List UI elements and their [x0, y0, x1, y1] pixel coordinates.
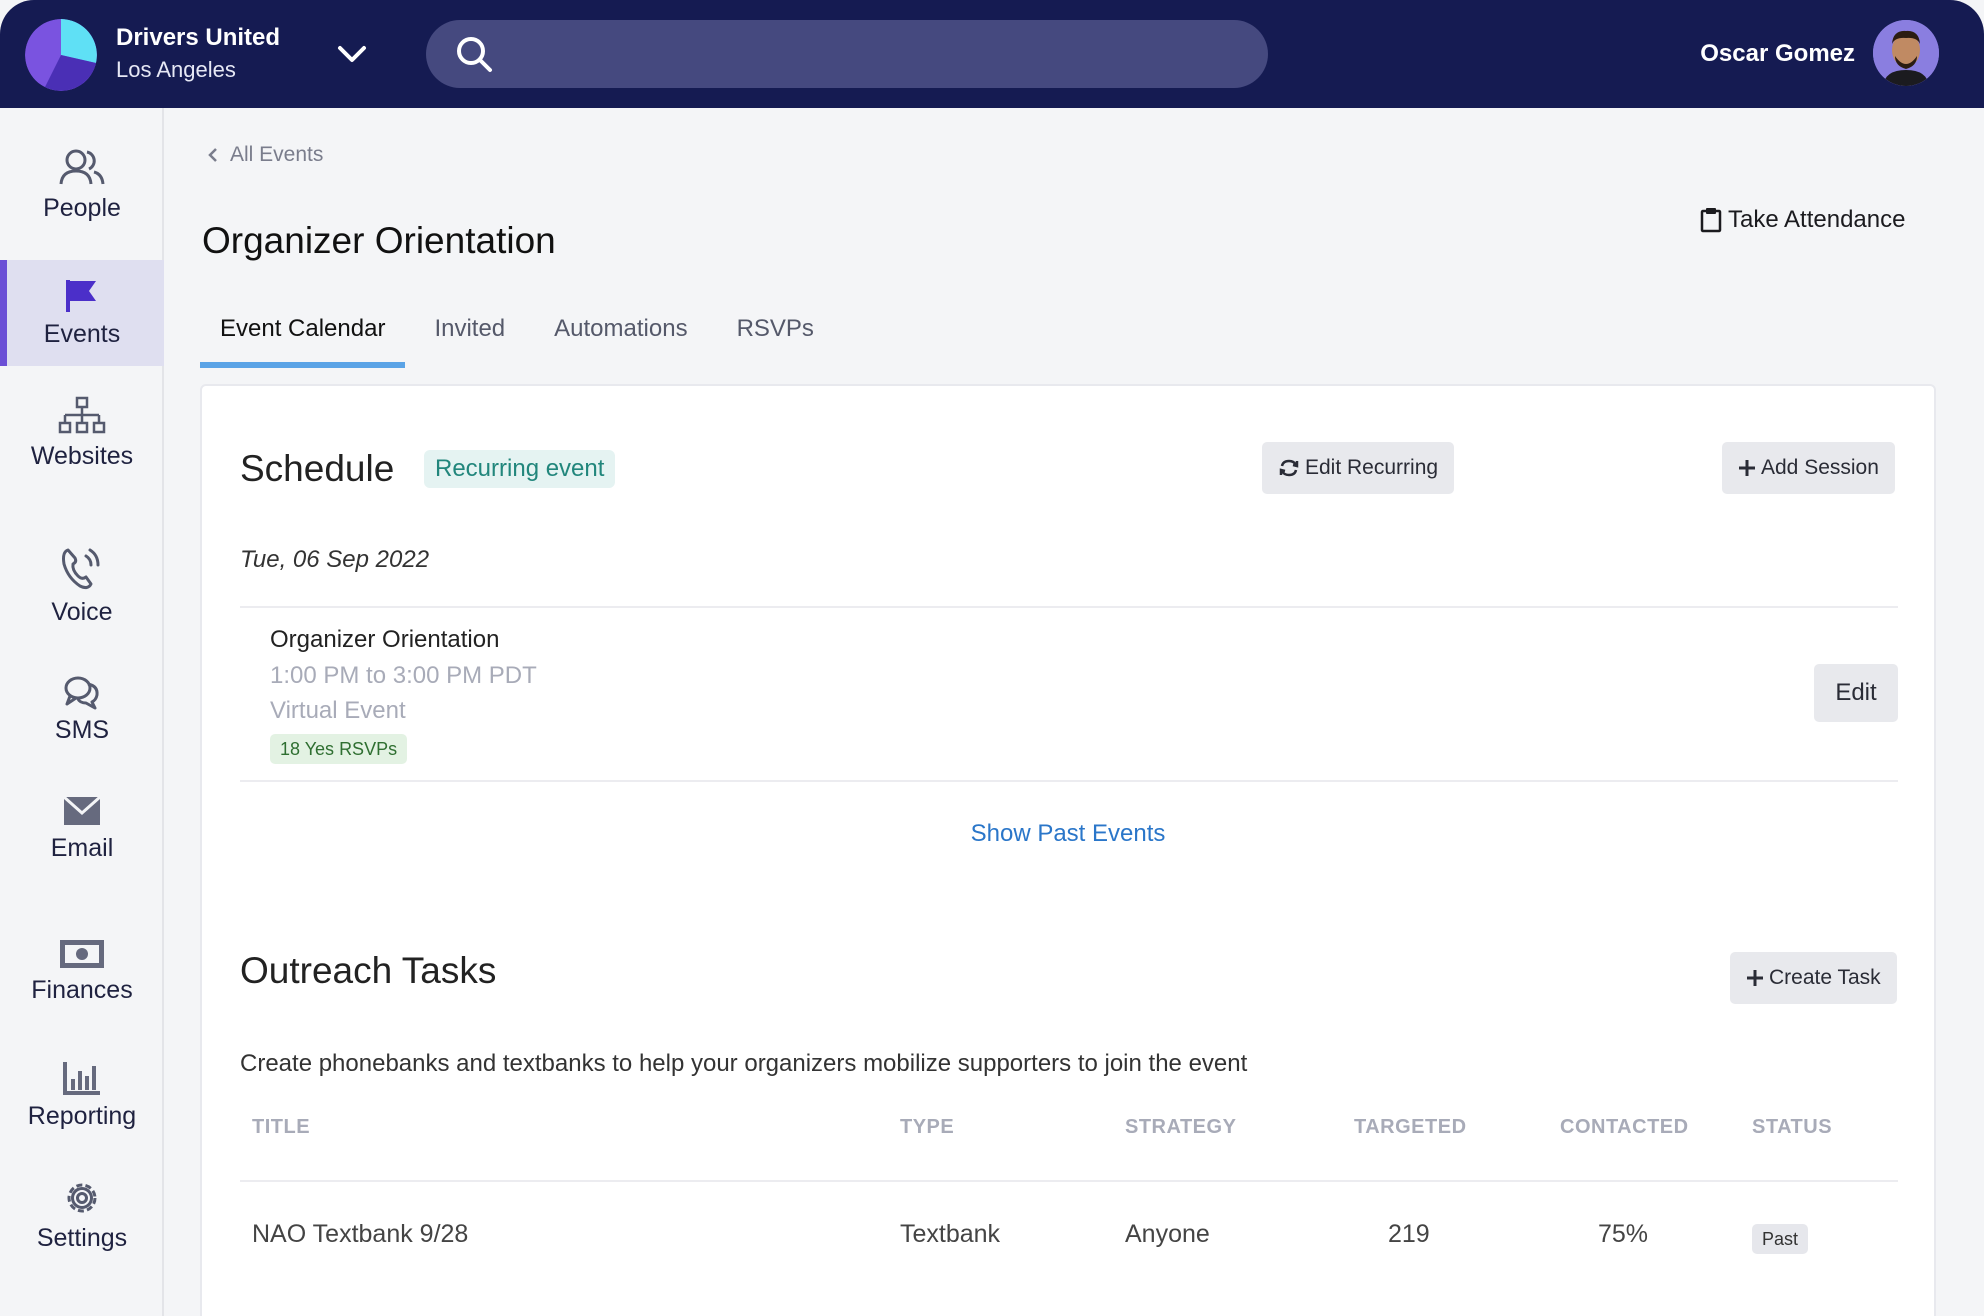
flag-icon	[66, 280, 96, 312]
chevron-down-icon[interactable]	[334, 38, 370, 70]
outreach-title: Outreach Tasks	[240, 950, 497, 991]
session-date: Tue, 06 Sep 2022	[240, 546, 430, 573]
tab-rsvps[interactable]: RSVPs	[717, 304, 834, 368]
sidebar-item-label: Voice	[51, 598, 113, 626]
chat-bubbles-icon	[64, 676, 99, 710]
user-name: Oscar Gomez	[1700, 40, 1855, 67]
plus-icon	[1739, 460, 1755, 476]
sidebar-item-label: Reporting	[27, 1102, 137, 1130]
app-window: Drivers United Los Angeles Oscar Gomez P…	[0, 0, 1984, 1316]
top-bar: Drivers United Los Angeles Oscar Gomez	[0, 0, 1984, 108]
sidebar: People Events Websites Voice SMS Email F…	[0, 108, 164, 1316]
money-icon	[60, 940, 104, 968]
people-icon	[59, 149, 105, 185]
task-strategy: Anyone	[1125, 1220, 1210, 1248]
sidebar-item-label: Events	[43, 320, 121, 348]
recurring-badge: Recurring event	[424, 450, 616, 488]
session-name: Organizer Orientation	[270, 626, 500, 653]
show-past-events-link[interactable]: Show Past Events	[202, 820, 1934, 848]
status-badge: Past	[1752, 1224, 1809, 1254]
tab-event-calendar[interactable]: Event Calendar	[200, 304, 406, 368]
chevron-left-icon	[208, 148, 217, 162]
column-header-targeted[interactable]: TARGETED	[1354, 1116, 1467, 1139]
take-attendance-button[interactable]: Take Attendance	[1700, 206, 1905, 234]
bar-chart-icon	[63, 1062, 100, 1095]
column-header-strategy[interactable]: STRATEGY	[1125, 1116, 1236, 1139]
column-header-contacted[interactable]: CONTACTED	[1560, 1116, 1689, 1139]
tab-bar: Event Calendar Invited Automations RSVPs	[200, 304, 843, 368]
column-header-type[interactable]: TYPE	[900, 1116, 954, 1139]
edit-recurring-button[interactable]: Edit Recurring	[1262, 442, 1455, 494]
tab-automations[interactable]: Automations	[534, 304, 707, 368]
sidebar-item-label: Finances	[31, 976, 133, 1004]
page-title: Organizer Orientation	[202, 220, 556, 261]
edit-recurring-label: Edit Recurring	[1305, 456, 1439, 479]
sidebar-item-label: Email	[50, 834, 114, 862]
add-session-label: Add Session	[1761, 456, 1879, 479]
session-row: Organizer Orientation 1:00 PM to 3:00 PM…	[240, 606, 1898, 782]
clipboard-icon	[1700, 208, 1722, 233]
sidebar-item-events[interactable]: Events	[0, 260, 164, 366]
sidebar-item-label: Websites	[30, 442, 134, 470]
add-session-button[interactable]: Add Session	[1722, 442, 1895, 494]
session-time: 1:00 PM to 3:00 PM PDT	[270, 662, 537, 689]
sidebar-item-people[interactable]: People	[0, 148, 164, 223]
column-header-status[interactable]: STATUS	[1752, 1116, 1832, 1139]
search-icon	[457, 37, 492, 72]
create-task-button[interactable]: Create Task	[1730, 952, 1897, 1004]
breadcrumb-label: All Events	[230, 143, 324, 166]
sidebar-item-reporting[interactable]: Reporting	[0, 1060, 164, 1131]
create-task-label: Create Task	[1769, 966, 1881, 989]
sidebar-item-email[interactable]: Email	[0, 794, 164, 863]
task-contacted: 75%	[1598, 1220, 1649, 1248]
search-input[interactable]	[510, 20, 1240, 88]
session-location: Virtual Event	[270, 697, 406, 724]
sitemap-icon	[58, 396, 106, 434]
phone-icon	[62, 548, 100, 590]
sidebar-item-voice[interactable]: Voice	[0, 544, 164, 627]
sidebar-item-label: SMS	[54, 716, 110, 744]
task-targeted: 219	[1388, 1220, 1430, 1248]
main-content: All Events Organizer Orientation Take At…	[166, 108, 1984, 1316]
schedule-title: Schedule	[240, 448, 395, 489]
take-attendance-label: Take Attendance	[1728, 206, 1906, 233]
sidebar-item-sms[interactable]: SMS	[0, 674, 164, 745]
gear-icon	[67, 1183, 97, 1213]
org-location: Los Angeles	[116, 57, 236, 82]
sidebar-item-settings[interactable]: Settings	[0, 1178, 164, 1253]
sidebar-item-label: Settings	[36, 1224, 128, 1252]
org-name: Drivers United	[116, 24, 281, 51]
avatar[interactable]	[1873, 20, 1939, 86]
sidebar-item-finances[interactable]: Finances	[0, 938, 164, 1005]
search-bar[interactable]	[426, 20, 1268, 88]
edit-session-button[interactable]: Edit	[1814, 664, 1898, 722]
sidebar-item-websites[interactable]: Websites	[0, 396, 164, 471]
plus-icon	[1747, 970, 1763, 986]
outreach-description: Create phonebanks and textbanks to help …	[240, 1050, 1248, 1077]
org-logo[interactable]	[25, 19, 97, 91]
task-title[interactable]: NAO Textbank 9/28	[252, 1220, 468, 1249]
task-type: Textbank	[900, 1220, 1001, 1248]
event-calendar-card: Schedule Recurring event Edit Recurring …	[200, 384, 1936, 1316]
breadcrumb[interactable]: All Events	[206, 143, 323, 167]
sidebar-item-label: People	[43, 194, 121, 222]
tab-invited[interactable]: Invited	[414, 304, 525, 368]
column-header-title[interactable]: TITLE	[252, 1116, 310, 1139]
rsvp-count-badge: 18 Yes RSVPs	[270, 734, 408, 764]
table-divider	[240, 1180, 1898, 1182]
repeat-icon	[1279, 459, 1299, 477]
envelope-icon	[63, 795, 101, 825]
